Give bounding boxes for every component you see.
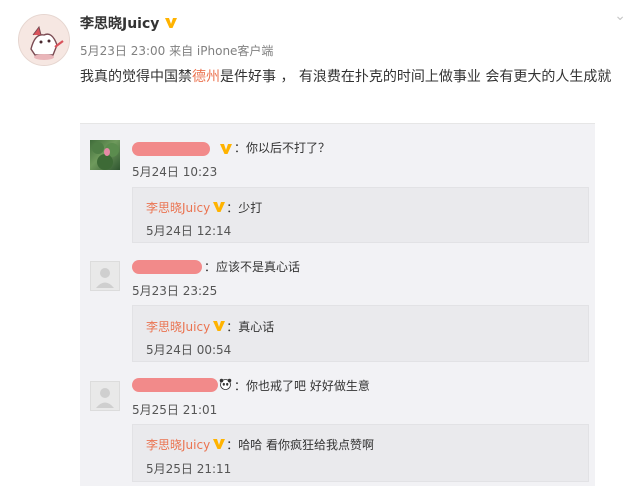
- reply-author[interactable]: 李思晓Juicy: [146, 201, 210, 215]
- default-user-icon: [96, 388, 114, 408]
- reply-author[interactable]: 李思晓Juicy: [146, 320, 210, 334]
- reply-text-line: 李思晓Juicy ：哈哈 看你疯狂给我点赞啊: [146, 436, 374, 453]
- post-content: 我真的觉得中国禁德州是件好事 ， 有浪费在扑克的时间上做事业 会有更大的人生成就: [80, 66, 620, 89]
- reply-time: 5月25日 21:11: [146, 462, 232, 476]
- comment-time: 5月23日 23:25: [132, 284, 218, 298]
- reply-text: ：哈哈 看你疯狂给我点赞啊: [226, 438, 375, 452]
- content-text-1: 我真的觉得中国禁: [80, 69, 192, 85]
- commenter-avatar[interactable]: [90, 261, 120, 291]
- comment-time: 5月24日 10:23: [132, 165, 218, 179]
- comment-text: ：应该不是真心话: [204, 260, 301, 274]
- reply-time: 5月24日 12:14: [146, 224, 232, 238]
- author-name-text[interactable]: 李思晓Juicy: [80, 16, 159, 32]
- lotus-avatar-icon: [92, 142, 119, 170]
- verified-v-icon: [165, 18, 178, 28]
- verified-v-icon: [213, 202, 226, 212]
- verified-v-icon: [213, 439, 226, 449]
- default-user-icon: [96, 268, 114, 288]
- reply-time: 5月24日 00:54: [146, 343, 232, 357]
- post-meta: 5月23日 23:00 来自 iPhone客户端: [80, 44, 274, 58]
- reply-box: 李思晓Juicy ：哈哈 看你疯狂给我点赞啊 5月25日 21:11: [132, 424, 589, 482]
- comment-text: ：你以后不打了？: [234, 141, 331, 155]
- commenter-avatar[interactable]: [90, 140, 120, 170]
- comment-text: ：你也戒了吧 好好做生意: [234, 379, 370, 393]
- chevron-down-icon[interactable]: ⌄: [614, 8, 626, 24]
- content-text-2: 是件好事 ， 有浪费在扑克的时间上做事业 会有更大的人生成就: [220, 69, 612, 85]
- reply-box: 李思晓Juicy ：真心话 5月24日 00:54: [132, 305, 589, 362]
- comment-time: 5月25日 21:01: [132, 403, 218, 417]
- verified-v-icon: [220, 144, 232, 154]
- panda-emoji-icon: [219, 378, 232, 390]
- author-avatar[interactable]: [18, 14, 70, 66]
- reply-text: ：少打: [226, 201, 263, 215]
- cartoon-avatar-icon: [19, 15, 69, 65]
- reply-text-line: 李思晓Juicy ：少打: [146, 199, 262, 216]
- reply-author[interactable]: 李思晓Juicy: [146, 438, 210, 452]
- commenter-avatar[interactable]: [90, 381, 120, 411]
- author-name[interactable]: 李思晓Juicy: [80, 13, 178, 33]
- reply-box: 李思晓Juicy ：少打 5月24日 12:14: [132, 187, 589, 243]
- verified-v-icon: [213, 321, 226, 331]
- topic-link[interactable]: 德州: [192, 69, 220, 85]
- reply-text: ：真心话: [226, 320, 275, 334]
- reply-text-line: 李思晓Juicy ：真心话: [146, 318, 274, 335]
- redacted-username: [132, 260, 202, 274]
- redacted-username: [132, 378, 218, 392]
- comments-panel: ：你以后不打了？ 5月24日 10:23 李思晓Juicy ：少打 5月24日 1…: [80, 123, 595, 486]
- redacted-username: [132, 142, 210, 156]
